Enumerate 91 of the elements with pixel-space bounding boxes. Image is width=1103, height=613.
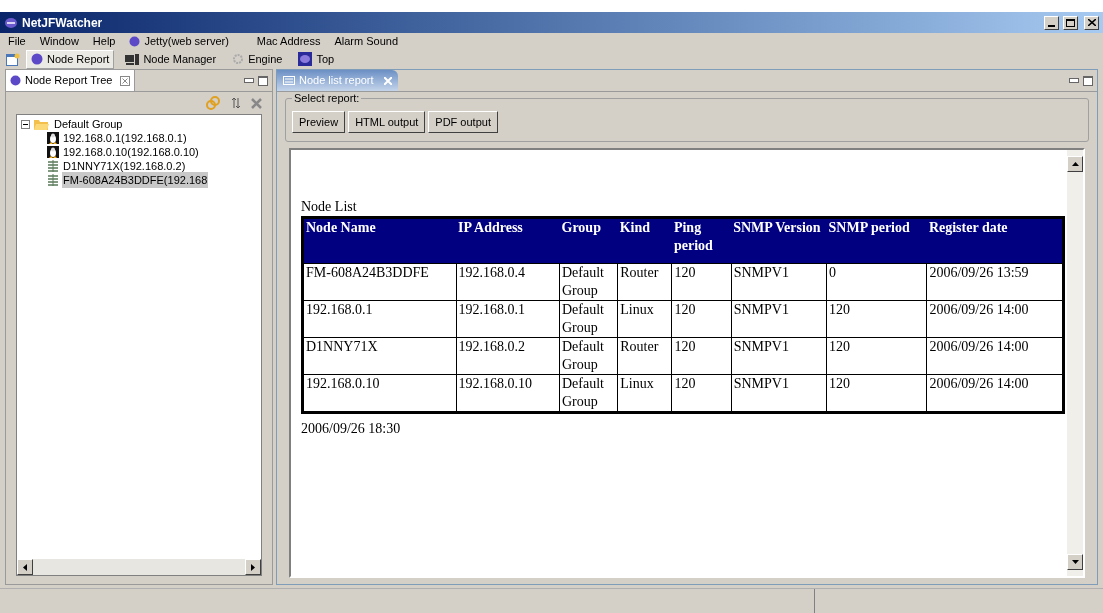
table-cell: Router [617,263,672,301]
device-icon [47,160,59,172]
scroll-down-button[interactable] [1067,554,1083,570]
table-cell: Default Group [559,337,618,375]
table-cell: 120 [671,337,732,375]
table-cell: SNMPV1 [731,263,827,301]
table-cell: 120 [671,300,732,338]
sphere-icon [10,75,21,86]
table-cell: D1NNY71X [302,337,457,375]
toolbar-button[interactable]: Top [293,49,340,69]
tree-item[interactable]: FM-608A24B3DDFE(192.168 [62,171,209,189]
table-cell: Router [617,337,672,375]
report-button[interactable]: Preview [292,111,346,133]
table-cell: FM-608A24B3DDFE [302,263,457,301]
column-header: IP Address [456,217,560,264]
minimize-icon[interactable] [1069,78,1079,83]
horizontal-scrollbar[interactable] [17,559,261,575]
penguin-icon [47,132,59,144]
table-cell: 120 [826,337,927,375]
report-date: 2006/09/26 18:30 [301,420,402,438]
table-cell: 2006/09/26 13:59 [926,263,1064,301]
table-cell: 192.168.0.1 [456,300,560,338]
sort-icon[interactable] [231,97,241,109]
tab-label: Node Report Tree [25,73,113,89]
maximize-icon[interactable] [258,76,268,86]
expand-toggle[interactable] [21,119,30,129]
tab-label: Node list report [299,73,374,89]
panel-tab[interactable]: Node Report Tree [6,70,136,91]
left-arrow-icon [23,563,27,571]
app-icon [298,52,313,66]
vertical-scrollbar[interactable] [1067,150,1083,576]
table-cell: Linux [617,374,672,413]
maximize-icon [1066,18,1075,27]
table-cell: 120 [671,263,732,301]
column-header: Group [559,217,618,264]
table-cell: 192.168.0.4 [456,263,560,301]
sphere-icon [129,35,141,47]
table-cell: 192.168.0.1 [302,300,457,338]
report-button[interactable]: PDF output [428,111,498,133]
close-button[interactable] [1084,15,1099,30]
sphere-icon [31,53,43,65]
table-cell: SNMPV1 [731,300,827,338]
window-title: NetJFWatcher [22,14,103,32]
column-header: Node Name [302,217,457,264]
column-header: Ping period [671,217,732,264]
close-icon [1087,19,1096,26]
scroll-right-button[interactable] [245,559,261,575]
report-title: Node List [301,198,358,216]
list-icon [283,76,295,85]
scroll-left-button[interactable] [17,559,33,575]
table-cell: 0 [826,263,927,301]
folder-icon [34,118,49,130]
minimize-icon [1048,24,1055,27]
table-cell: SNMPV1 [731,337,827,375]
scroll-up-button[interactable] [1067,156,1083,172]
minimize-button[interactable] [1044,15,1059,30]
right-arrow-icon [251,563,255,571]
column-header: SNMP Version [731,217,827,264]
penguin-icon [47,146,59,158]
up-arrow-icon [1071,162,1079,166]
toolbar-button[interactable]: Engine [227,49,288,69]
table-cell: 192.168.0.2 [456,337,560,375]
table-cell: 120 [826,300,927,338]
table-cell: SNMPV1 [731,374,827,413]
menu-item[interactable]: Jetty(web server) [144,32,229,50]
toolbar-button[interactable]: Node Manager [120,49,222,69]
maximize-button[interactable] [1063,15,1078,30]
menu-item[interactable]: File [6,32,28,50]
menu-item[interactable]: Alarm Sound [332,32,401,50]
menu-item[interactable]: Window [37,32,81,50]
minimize-icon[interactable] [244,78,254,83]
menu-item[interactable]: Help [90,32,118,50]
perspective-icon[interactable] [6,52,20,66]
menu-item[interactable]: Mac Address [254,32,323,50]
gear-icon [232,53,245,65]
app-icon [4,16,18,29]
column-header: SNMP period [826,217,927,264]
device-icon [47,174,59,186]
table-cell: Default Group [559,300,618,338]
computer-icon [125,53,140,65]
group-label: Select report: [292,92,362,104]
toolbar-button[interactable]: Node Report [26,49,115,69]
down-arrow-icon [1071,560,1079,564]
maximize-icon[interactable] [1083,76,1093,86]
table-cell: Linux [617,300,672,338]
table-cell: Default Group [559,374,618,413]
table-cell: Default Group [559,263,618,301]
report-button[interactable]: HTML output [348,111,426,133]
close-icon[interactable] [120,75,131,86]
column-header: Kind [617,217,672,264]
column-header: Register date [926,217,1064,264]
